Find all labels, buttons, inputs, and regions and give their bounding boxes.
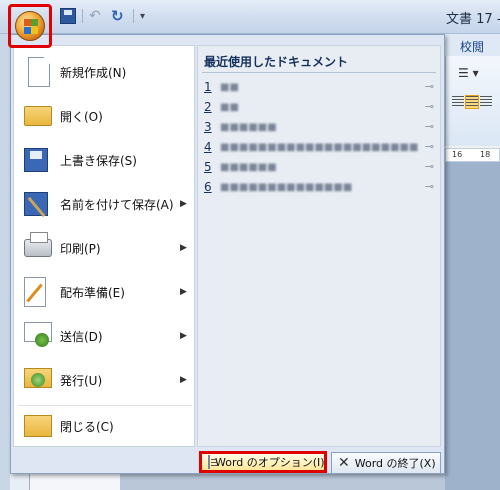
menu-item-new[interactable]: 新規作成(N) [14,50,194,94]
customize-toolbar-icon[interactable]: ▾ [140,11,145,22]
align-right-icon[interactable] [480,96,492,108]
list-format-icon[interactable]: ☰ ▾ [458,66,479,80]
recent-document-item[interactable]: 2 ■■ ⊸ [204,98,436,116]
save-as-icon [24,192,48,216]
paragraph-align-buttons [452,95,496,110]
recent-document-name: ■■■■■■ [220,121,277,133]
quick-access-toolbar: ↶ ↻ ▾ [60,8,145,24]
recent-documents-panel: 最近使用したドキュメント 1 ■■ ⊸ 2 ■■ ⊸ 3 ■■■■■■ ⊸ 4 … [197,45,441,447]
pin-icon[interactable]: ⊸ [425,100,434,113]
menu-item-label: 印刷(P) [60,241,101,256]
pin-icon[interactable]: ⊸ [425,160,434,173]
office-button[interactable] [8,4,52,48]
pin-icon[interactable]: ⊸ [425,80,434,93]
office-logo-icon [15,11,45,41]
ruler-mark: 16 [452,150,463,159]
recent-document-number: 5 [204,160,212,174]
pin-icon[interactable]: ⊸ [425,120,434,133]
recent-document-name: ■■■■■■ [220,161,277,173]
menu-item-label: 閉じる(C) [60,419,114,434]
title-bar: ↶ ↻ ▾ 文書 17 - [0,0,500,48]
menu-item-save-as[interactable]: 名前を付けて保存(A) ▶ [14,182,194,226]
recent-document-name: ■■ [220,101,239,113]
toolbar-separator [133,9,134,23]
office-menu-commands: 新規作成(N) 開く(O) 上書き保存(S) 名前を付けて保存(A) ▶ 印刷(… [13,45,195,447]
recent-document-name: ■■■■■■■■■■■■■■ [220,181,353,193]
menu-item-label: 送信(D) [60,329,103,344]
recent-document-number: 6 [204,180,212,194]
menu-item-label: 発行(U) [60,373,103,388]
exit-word-button[interactable]: ✕ Word の終了(X) [331,452,441,474]
exit-word-label: Word の終了(X) [354,457,436,470]
submenu-arrow-icon: ▶ [180,199,187,209]
recent-document-name: ■■ [220,81,239,93]
horizontal-ruler: 16 18 [445,148,500,162]
submenu-arrow-icon: ▶ [180,331,187,341]
recent-document-name: ■■■■■■■■■■■■■■■■■■■■■ [220,141,419,153]
open-folder-icon [24,106,52,126]
word-options-button[interactable]: Word のオプション(I) [199,451,327,473]
menu-item-print[interactable]: 印刷(P) ▶ [14,226,194,270]
menu-item-label: 名前を付けて保存(A) [60,197,174,212]
submenu-arrow-icon: ▶ [180,375,187,385]
menu-item-save[interactable]: 上書き保存(S) [14,138,194,182]
submenu-arrow-icon: ▶ [180,287,187,297]
recent-document-item[interactable]: 1 ■■ ⊸ [204,78,436,96]
pin-icon[interactable]: ⊸ [425,140,434,153]
document-background [120,474,445,490]
menu-item-publish[interactable]: 発行(U) ▶ [14,358,194,402]
align-distributed-icon[interactable] [465,95,479,109]
recent-document-number: 1 [204,80,212,94]
undo-icon[interactable]: ↶ [89,8,105,24]
printer-icon [24,232,52,257]
publish-icon [24,368,52,388]
ruler-mark: 18 [480,150,491,159]
prepare-document-icon [24,277,46,307]
menu-item-label: 上書き保存(S) [60,153,137,168]
office-menu: 新規作成(N) 開く(O) 上書き保存(S) 名前を付けて保存(A) ▶ 印刷(… [10,34,445,474]
recent-document-number: 3 [204,120,212,134]
recent-document-item[interactable]: 3 ■■■■■■ ⊸ [204,118,436,136]
tab-review[interactable]: 校閲 [460,38,484,55]
word-options-label: Word のオプション(I) [215,456,325,469]
save-disk-icon [24,148,48,172]
menu-item-label: 新規作成(N) [60,65,127,80]
recent-document-item[interactable]: 5 ■■■■■■ ⊸ [204,158,436,176]
toolbar-separator [82,9,83,23]
recent-document-number: 4 [204,140,212,154]
menu-item-label: 配布準備(E) [60,285,125,300]
redo-icon[interactable]: ↻ [111,8,127,24]
close-folder-icon [24,415,52,437]
close-icon: ✕ [338,455,350,471]
window-frame [0,34,10,490]
heading-divider [202,72,436,73]
recent-documents-heading: 最近使用したドキュメント [204,55,349,69]
send-icon [24,322,52,347]
menu-item-label: 開く(O) [60,109,103,124]
options-document-icon [208,455,217,469]
recent-document-item[interactable]: 6 ■■■■■■■■■■■■■■ ⊸ [204,178,436,196]
recent-document-number: 2 [204,100,212,114]
pin-icon[interactable]: ⊸ [425,180,434,193]
submenu-arrow-icon: ▶ [180,243,187,253]
save-icon[interactable] [60,8,76,24]
menu-item-open[interactable]: 開く(O) [14,94,194,138]
menu-item-prepare[interactable]: 配布準備(E) ▶ [14,270,194,314]
align-justify-icon[interactable] [452,96,464,108]
recent-document-item[interactable]: 4 ■■■■■■■■■■■■■■■■■■■■■ ⊸ [204,138,436,156]
menu-item-send[interactable]: 送信(D) ▶ [14,314,194,358]
menu-item-close[interactable]: 閉じる(C) [14,404,194,448]
document-area [445,162,500,490]
document-title: 文書 17 - [446,12,500,27]
new-document-icon [28,57,50,87]
